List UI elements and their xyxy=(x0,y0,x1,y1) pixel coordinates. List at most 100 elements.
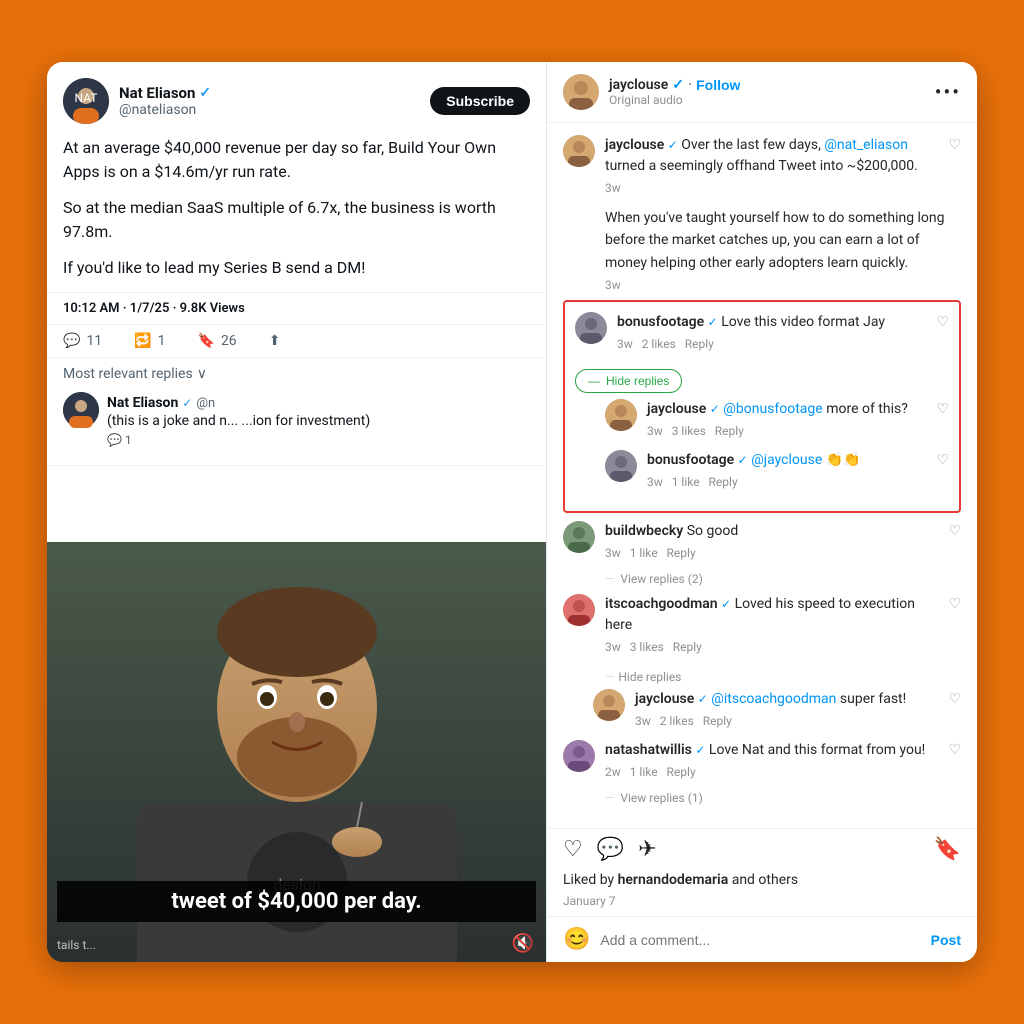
natashatwillis-meta: 2w 1 like Reply xyxy=(605,765,938,779)
reply-verified-icon: ✓ xyxy=(182,396,192,410)
ig-date: January 7 xyxy=(547,894,977,916)
video-overlay: design tweet of $40,000 per day. 🔇 tails… xyxy=(47,542,546,962)
comment-input[interactable] xyxy=(600,932,920,948)
bonusfootage2-verified: ✓ xyxy=(738,453,748,467)
jayclouse-coach-text: jayclouse ✓ @itscoachgoodman super fast! xyxy=(635,689,938,710)
tweet-reply: Nat Eliason ✓ @n (this is a joke and n..… xyxy=(63,382,530,457)
bonusfootage-verified: ✓ xyxy=(708,315,718,329)
tweet-avatar: NAT xyxy=(63,78,109,124)
tweet-content: At an average $40,000 revenue per day so… xyxy=(47,132,546,292)
bookmark-icon: 🔖 xyxy=(198,333,215,349)
jayclouse-coach-meta: 3w 2 likes Reply xyxy=(635,714,938,728)
hide-replies-line: — xyxy=(588,374,600,388)
mute-icon[interactable]: 🔇 xyxy=(512,933,534,954)
buildwbecky-like[interactable]: ♡ xyxy=(948,523,961,539)
ig-header: jayclouse ✓ · Follow Original audio ••• xyxy=(547,62,977,123)
retweet-icon: 🔁 xyxy=(134,333,151,349)
tweet-user-info: Nat Eliason ✓ @nateliason xyxy=(119,84,420,118)
itscoachgoodman-like[interactable]: ♡ xyxy=(948,596,961,612)
bonusfootage-like-button[interactable]: ♡ xyxy=(936,314,949,330)
ig-main-avatar xyxy=(563,135,595,167)
view-replies-natasha[interactable]: View replies (1) xyxy=(605,791,961,805)
ig-paragraph-time: 3w xyxy=(605,278,961,292)
ig-bookmark-icon[interactable]: 🔖 xyxy=(934,837,961,862)
highlighted-comment-box: bonusfootage ✓ Love this video format Ja… xyxy=(563,300,961,513)
natashatwillis-comment: natashatwillis ✓ Love Nat and this forma… xyxy=(563,740,961,779)
ig-comments-area: jayclouse ✓ Over the last few days, @nat… xyxy=(547,123,977,828)
reply-username: Nat Eliason xyxy=(107,395,178,411)
buildwbecky-meta: 3w 1 like Reply xyxy=(605,546,938,560)
ig-comment-icon[interactable]: 💬 xyxy=(597,837,624,862)
ig-main-time: 3w xyxy=(605,181,938,195)
bonusfootage-reply-avatar xyxy=(605,450,637,482)
jayclouse-coach-verified: ✓ xyxy=(698,692,708,706)
reply-action[interactable]: 💬 11 xyxy=(63,333,102,349)
jayclouse-coach-avatar xyxy=(593,689,625,721)
ig-like-icon[interactable]: ♡ xyxy=(563,837,583,862)
natashatwillis-like[interactable]: ♡ xyxy=(948,742,961,758)
jayclouse-reply-verified: ✓ xyxy=(710,402,720,416)
ig-user-info: jayclouse ✓ · Follow Original audio xyxy=(609,77,925,107)
hide-replies-button[interactable]: — Hide replies xyxy=(575,369,682,393)
main-like-button[interactable]: ♡ xyxy=(948,137,961,153)
verified-icon: ✓ xyxy=(199,85,211,101)
itscoachgoodman-body: itscoachgoodman ✓ Loved his speed to exe… xyxy=(605,594,938,654)
main-container: NAT Nat Eliason ✓ @nateliason Subscribe … xyxy=(47,62,977,962)
itscoachgoodman-text: itscoachgoodman ✓ Loved his speed to exe… xyxy=(605,594,938,636)
hide-replies-coach[interactable]: Hide replies xyxy=(618,670,681,684)
ig-action-icons: ♡ 💬 ✈ xyxy=(563,837,934,862)
retweet-action[interactable]: 🔁 1 xyxy=(134,333,165,349)
emoji-button[interactable]: 😊 xyxy=(563,927,590,952)
jayclouse-reply-like[interactable]: ♡ xyxy=(936,401,949,417)
reply-meta: 💬 1 xyxy=(107,433,530,447)
share-icon: ⬆ xyxy=(269,333,281,349)
buildwbecky-body: buildwbecky So good 3w 1 like Reply xyxy=(605,521,938,560)
reply-icon: 💬 xyxy=(63,333,80,349)
bonusfootage-comment-body: bonusfootage ✓ Love this video format Ja… xyxy=(617,312,926,351)
buildwbecky-text: buildwbecky So good xyxy=(605,521,938,542)
subscribe-button[interactable]: Subscribe xyxy=(430,87,530,115)
itscoachgoodman-avatar xyxy=(563,594,595,626)
bonusfootage-reply-text: bonusfootage ✓ @jayclouse 👏👏 xyxy=(647,450,926,471)
twitter-panel: NAT Nat Eliason ✓ @nateliason Subscribe … xyxy=(47,62,547,962)
reply-handle: @n xyxy=(196,396,215,411)
chevron-down-icon: ∨ xyxy=(197,366,207,382)
bookmark-action[interactable]: 🔖 26 xyxy=(198,333,237,349)
bonusfootage-reply-like[interactable]: ♡ xyxy=(936,452,949,468)
video-caption: tweet of $40,000 per day. xyxy=(57,881,536,922)
bonusfootage-comment: bonusfootage ✓ Love this video format Ja… xyxy=(575,312,949,351)
ig-more-button[interactable]: ••• xyxy=(935,80,961,104)
bonusfootage-reply-2: bonusfootage ✓ @jayclouse 👏👏 3w 1 like R… xyxy=(605,450,949,489)
itscoachgoodman-comment: itscoachgoodman ✓ Loved his speed to exe… xyxy=(563,594,961,654)
bonusfootage-meta: 3w 2 likes Reply xyxy=(617,337,926,351)
ig-paragraph: When you've taught yourself how to do so… xyxy=(605,207,961,274)
buildwbecky-comment: buildwbecky So good 3w 1 like Reply ♡ xyxy=(563,521,961,560)
natashatwillis-body: natashatwillis ✓ Love Nat and this forma… xyxy=(605,740,938,779)
ig-verified-icon: ✓ xyxy=(672,77,684,93)
itscoachgoodman-verified: ✓ xyxy=(721,597,731,611)
bonusfootage-reply-meta: 3w 1 like Reply xyxy=(647,475,926,489)
share-action[interactable]: ⬆ xyxy=(269,333,281,349)
view-replies-link[interactable]: View replies (2) xyxy=(605,572,961,586)
bonusfootage-text: bonusfootage ✓ Love this video format Ja… xyxy=(617,312,926,333)
post-comment-button[interactable]: Post xyxy=(931,932,961,948)
ig-add-comment-bar: 😊 Post xyxy=(547,916,977,962)
reply-avatar xyxy=(63,392,99,428)
ig-action-bar: ♡ 💬 ✈ 🔖 xyxy=(547,828,977,870)
replies-label: Most relevant replies ∨ xyxy=(63,366,530,382)
jayclouse-coach-like[interactable]: ♡ xyxy=(948,691,961,707)
jayclouse-coach-reply: jayclouse ✓ @itscoachgoodman super fast!… xyxy=(593,689,961,728)
tweet-handle: @nateliason xyxy=(119,102,420,118)
reply-content: Nat Eliason ✓ @n (this is a joke and n..… xyxy=(107,392,530,447)
jayclouse-coach-body: jayclouse ✓ @itscoachgoodman super fast!… xyxy=(635,689,938,728)
jayclouse-reply-body: jayclouse ✓ @bonusfootage more of this? … xyxy=(647,399,926,438)
natashatwillis-text: natashatwillis ✓ Love Nat and this forma… xyxy=(605,740,938,761)
bonusfootage-avatar xyxy=(575,312,607,344)
itscoachgoodman-meta: 3w 3 likes Reply xyxy=(605,640,938,654)
ig-share-icon[interactable]: ✈ xyxy=(638,837,656,862)
follow-button[interactable]: Follow xyxy=(696,77,740,93)
svg-text:NAT: NAT xyxy=(75,91,98,105)
tweet-header: NAT Nat Eliason ✓ @nateliason Subscribe xyxy=(47,62,546,132)
ig-main-comment-body: jayclouse ✓ Over the last few days, @nat… xyxy=(605,135,938,195)
ig-likes: Liked by hernandodemaria and others xyxy=(547,870,977,894)
